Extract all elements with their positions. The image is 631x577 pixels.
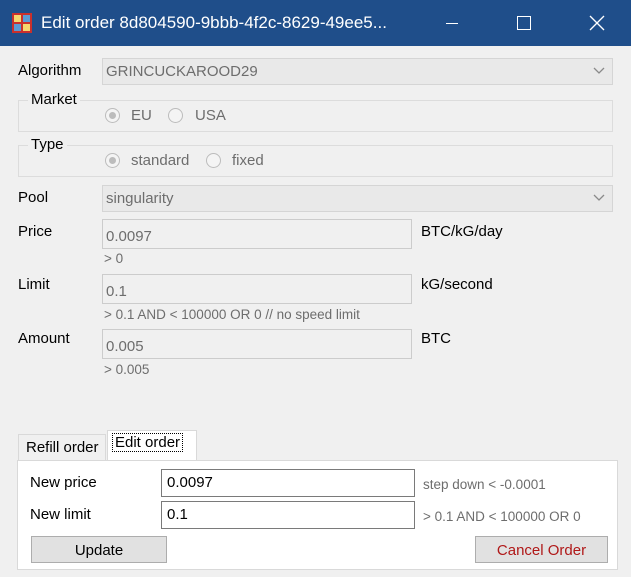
- amount-unit: BTC: [421, 330, 451, 347]
- price-hint: > 0: [104, 251, 124, 266]
- pool-select[interactable]: singularity: [102, 185, 613, 212]
- chevron-down-icon: [593, 194, 605, 201]
- amount-label: Amount: [18, 330, 70, 347]
- tab-edit-order-label: Edit order: [112, 433, 184, 452]
- type-standard-label: standard: [131, 152, 190, 169]
- limit-unit: kG/second: [421, 276, 493, 293]
- amount-hint: > 0.005: [104, 362, 150, 377]
- new-limit-input[interactable]: 0.1: [161, 501, 415, 529]
- market-usa-label: USA: [195, 107, 226, 124]
- title-bar: Edit order 8d804590-9bbb-4f2c-8629-49ee5…: [0, 0, 631, 46]
- price-unit: BTC/kG/day: [421, 223, 503, 240]
- minimize-button[interactable]: [429, 0, 475, 46]
- cancel-order-button[interactable]: Cancel Order: [475, 536, 608, 563]
- pool-label: Pool: [18, 189, 49, 206]
- pool-value: singularity: [106, 190, 174, 207]
- new-limit-hint: > 0.1 AND < 100000 OR 0: [423, 509, 581, 524]
- market-usa-radio[interactable]: [168, 108, 183, 123]
- maximize-button[interactable]: [500, 0, 546, 46]
- market-eu-radio[interactable]: [105, 108, 120, 123]
- market-label: Market: [28, 91, 80, 108]
- limit-field[interactable]: 0.1: [102, 274, 412, 304]
- limit-label: Limit: [18, 276, 50, 293]
- window-title: Edit order 8d804590-9bbb-4f2c-8629-49ee5…: [41, 13, 387, 32]
- market-eu-label: EU: [131, 107, 152, 124]
- app-grid-icon: [12, 13, 32, 33]
- new-price-label: New price: [30, 474, 97, 491]
- chevron-down-icon: [593, 67, 605, 74]
- new-limit-label: New limit: [30, 506, 91, 523]
- tab-refill-order[interactable]: Refill order: [18, 434, 106, 460]
- algorithm-select[interactable]: GRINCUCKAROOD29: [102, 58, 613, 85]
- type-standard-radio[interactable]: [105, 153, 120, 168]
- close-icon: [589, 15, 605, 31]
- new-price-input[interactable]: 0.0097: [161, 469, 415, 497]
- amount-field[interactable]: 0.005: [102, 329, 412, 359]
- price-label: Price: [18, 223, 53, 240]
- price-field[interactable]: 0.0097: [102, 219, 412, 249]
- limit-hint: > 0.1 AND < 100000 OR 0 // no speed limi…: [104, 307, 360, 322]
- type-label: Type: [28, 136, 67, 153]
- update-button[interactable]: Update: [31, 536, 167, 563]
- type-fixed-radio[interactable]: [206, 153, 221, 168]
- type-fixed-label: fixed: [232, 152, 264, 169]
- algorithm-label: Algorithm: [18, 62, 82, 79]
- tab-edit-order[interactable]: Edit order: [107, 430, 197, 461]
- new-price-hint: step down < -0.0001: [423, 477, 546, 492]
- close-button[interactable]: [573, 0, 619, 46]
- algorithm-value: GRINCUCKAROOD29: [106, 63, 258, 80]
